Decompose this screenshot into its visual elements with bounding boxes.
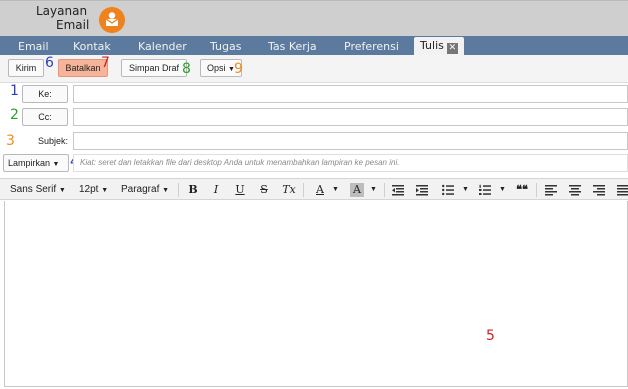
tab-email[interactable]: Email	[18, 38, 49, 55]
font-family-select[interactable]: Sans Serif ▼	[10, 179, 66, 201]
font-family-value: Sans Serif	[10, 184, 57, 195]
chevron-down-icon[interactable]: ▼	[499, 179, 506, 201]
annotation-5: 5	[486, 328, 495, 344]
main-tab-bar: Email Kontak Kalender Tugas Tas Kerja Pr…	[0, 36, 628, 55]
cc-field[interactable]	[73, 108, 628, 126]
subject-label: Subjek:	[38, 136, 69, 146]
align-left-button[interactable]	[545, 179, 559, 201]
send-button[interactable]: Kirim	[8, 59, 44, 77]
indent-button[interactable]	[416, 179, 430, 201]
cc-label: Cc:	[38, 112, 52, 122]
chevron-down-icon: ▼	[162, 187, 170, 194]
align-justify-button[interactable]	[617, 179, 628, 201]
toolbar-divider	[536, 183, 537, 197]
attach-button[interactable]: Lampirkan ▼	[3, 154, 69, 172]
to-field[interactable]	[73, 85, 628, 103]
message-body-editor[interactable]	[4, 201, 628, 387]
annotation-2: 2	[10, 107, 19, 123]
annotation-9: 9	[234, 61, 243, 77]
toolbar-divider	[303, 183, 304, 197]
clear-formatting-button[interactable]: Tx	[281, 179, 297, 201]
annotation-7: 7	[101, 55, 110, 71]
annotation-8: 8	[182, 61, 191, 77]
blockquote-button[interactable]: ❝❝	[514, 179, 530, 201]
cancel-button-label: Batalkan	[65, 63, 101, 73]
numbered-list-button[interactable]	[479, 179, 493, 201]
logo-line-2: Email	[56, 18, 90, 32]
options-button-label: Opsi	[207, 63, 226, 73]
tab-tugas[interactable]: Tugas	[210, 38, 241, 55]
editor-toolbar: Sans Serif ▼ 12pt ▼ Paragraf ▼ B I U S T…	[0, 178, 628, 200]
to-label: Ke:	[38, 89, 52, 99]
logo-line-1: Layanan	[36, 4, 88, 18]
tab-kontak[interactable]: Kontak	[73, 38, 111, 55]
attachment-drop-zone[interactable]: Kiat: seret dan letakkan file dari deskt…	[73, 154, 628, 172]
chevron-down-icon[interactable]: ▼	[332, 179, 339, 201]
font-size-select[interactable]: 12pt ▼	[79, 179, 108, 201]
app-header: Layanan Email	[0, 0, 628, 36]
paragraph-value: Paragraf	[121, 184, 160, 195]
chevron-down-icon: ▼	[52, 161, 60, 168]
tab-kalender[interactable]: Kalender	[138, 38, 187, 55]
paragraph-select[interactable]: Paragraf ▼	[121, 179, 169, 201]
compose-toolbar: Kirim 6 Batalkan 7 Simpan Draf 8 Opsi ▼ …	[0, 55, 628, 83]
close-icon[interactable]: ✕	[446, 43, 458, 54]
cc-button[interactable]: Cc:	[22, 108, 68, 126]
tab-tas-kerja[interactable]: Tas Kerja	[268, 38, 317, 55]
underline-button[interactable]: U	[233, 179, 247, 201]
font-size-value: 12pt	[79, 184, 99, 195]
text-color-button[interactable]: A	[313, 179, 327, 201]
align-center-button[interactable]	[569, 179, 583, 201]
to-button[interactable]: Ke:	[22, 85, 68, 103]
bullet-list-button[interactable]	[442, 179, 456, 201]
annotation-3: 3	[6, 133, 15, 149]
chevron-down-icon: ▼	[58, 187, 66, 194]
app-logo-text: Layanan Email	[36, 4, 89, 32]
annotation-6: 6	[45, 55, 54, 71]
align-right-button[interactable]	[593, 179, 607, 201]
annotation-1: 1	[10, 83, 19, 99]
chevron-down-icon[interactable]: ▼	[370, 179, 377, 201]
toolbar-divider	[384, 183, 385, 197]
tab-tulis-label: Tulis	[420, 39, 444, 52]
send-button-label: Kirim	[15, 63, 37, 73]
bold-button[interactable]: B	[186, 179, 200, 201]
attach-hint-text: Kiat: seret dan letakkan file dari deskt…	[80, 158, 400, 167]
save-draft-button-label: Simpan Draf	[128, 63, 180, 73]
save-draft-button[interactable]: Simpan Draf	[121, 59, 187, 77]
chevron-down-icon: ▼	[101, 187, 109, 194]
subject-field[interactable]	[73, 132, 628, 150]
outdent-button[interactable]	[392, 179, 406, 201]
highlight-color-button[interactable]: A	[350, 183, 364, 197]
strikethrough-button[interactable]: S	[257, 179, 271, 201]
tab-tulis[interactable]: Tulis ✕	[414, 37, 464, 55]
chevron-down-icon[interactable]: ▼	[462, 179, 469, 201]
attach-label: Lampirkan	[8, 158, 51, 168]
envelope-person-icon	[99, 7, 125, 33]
italic-button[interactable]: I	[209, 179, 223, 201]
toolbar-divider	[178, 183, 179, 197]
tab-preferensi[interactable]: Preferensi	[344, 38, 399, 55]
